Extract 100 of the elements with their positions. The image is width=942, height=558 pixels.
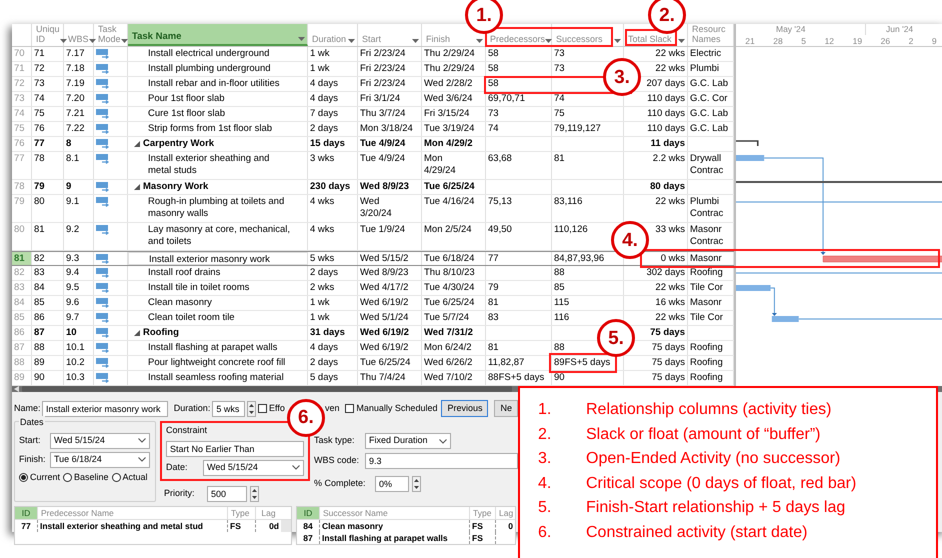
column-header[interactable]: Total Slack [628, 34, 672, 44]
previous-button[interactable]: Previous [441, 400, 488, 417]
successors-cell: 81 [554, 153, 565, 164]
row-number[interactable]: 80 [12, 223, 32, 250]
legend-text: Relationship columns (activity ties) [586, 400, 832, 420]
successors-cell: 89FS+5 days [554, 357, 610, 368]
constraint-type-dropdown[interactable]: Start No Earlier Than [166, 440, 304, 456]
wbs-cell: 7.22 [66, 123, 84, 134]
radio-option[interactable]: Current [19, 470, 60, 484]
percent-complete-field[interactable]: 0% [375, 476, 409, 492]
row-number[interactable]: 75 [12, 122, 32, 136]
column-header[interactable]: Type [469, 506, 495, 518]
row-number[interactable]: 79 [12, 195, 32, 222]
start-date: Tue 1/9/24 [360, 224, 406, 235]
column-header[interactable]: Lag [255, 506, 281, 518]
finish-date-dropdown[interactable]: Tue 6/18/24 [50, 452, 150, 468]
id-cell-text: 87 [302, 532, 314, 544]
start-date: Thu 3/7/24 [360, 108, 406, 119]
radio-option[interactable]: Baseline [63, 470, 109, 484]
timescale-day: 26 [880, 35, 890, 47]
collapse-triangle-icon[interactable] [134, 141, 140, 147]
row-number[interactable]: 72 [12, 77, 32, 91]
row-number[interactable]: 87 [12, 341, 32, 355]
column-header[interactable]: Task Mode [98, 24, 121, 44]
column-header[interactable]: Start [362, 34, 382, 44]
task-mode-icon [96, 225, 110, 235]
column-header[interactable]: ID [15, 506, 37, 518]
id-cell: 82 [34, 253, 45, 264]
column-header[interactable]: Finish [426, 34, 450, 44]
id-cell: 78 [34, 153, 45, 164]
callout-marker: 2. [648, 0, 686, 34]
task-mode-icon [96, 298, 110, 308]
task-mode-icon [96, 182, 110, 192]
start-date-dropdown[interactable]: Wed 5/15/24 [50, 432, 150, 448]
row-number[interactable]: 77 [12, 152, 32, 179]
timescale-month: May '24 [776, 24, 806, 34]
dropdown-arrow-icon [88, 39, 96, 44]
column-header[interactable]: Type [227, 506, 255, 518]
column-header[interactable]: ID [297, 506, 319, 518]
row-number[interactable]: 70 [12, 47, 32, 61]
column-header[interactable]: Resourc Names [692, 24, 726, 44]
row-number[interactable]: 88 [12, 356, 32, 370]
row-number[interactable]: 74 [12, 107, 32, 121]
priority-field[interactable]: 500 [207, 486, 247, 502]
start-date: Tue 6/25/24 [360, 357, 410, 368]
total-slack-cell: 2.2 wks [652, 153, 685, 164]
duration-cell: 2 days [310, 267, 338, 278]
row-number[interactable]: 76 [12, 137, 32, 151]
total-slack-cell: 22 wks [655, 48, 685, 59]
column-header[interactable]: WBS [68, 34, 89, 44]
column-header[interactable]: Uniqu ID [36, 24, 60, 44]
finish-date: Wed 2/28/2 [424, 78, 472, 89]
row-number[interactable]: 78 [12, 180, 32, 194]
radio-option[interactable]: Actual [112, 470, 148, 484]
predecessors-cell: 75,13 [488, 196, 512, 207]
wbs-code-field[interactable]: 9.3 [365, 453, 518, 469]
collapse-triangle-icon[interactable] [134, 184, 140, 190]
group-title: Constraint [166, 424, 208, 437]
start-date: Fri 3/1/24 [360, 93, 400, 104]
horizontal-scrollbar[interactable] [22, 386, 512, 392]
task-name: Install plumbing underground [148, 63, 271, 75]
id-cell: 75 [34, 108, 45, 119]
column-header[interactable]: Successor Name [319, 506, 469, 518]
column-header[interactable]: Lag [495, 506, 515, 518]
field-label: Task type: [314, 434, 356, 448]
column-header[interactable]: Duration [312, 34, 346, 44]
row-number[interactable]: 89 [12, 371, 32, 385]
row-number[interactable]: 81 [12, 252, 32, 265]
collapse-triangle-icon[interactable] [134, 330, 140, 336]
id-cell: 86 [34, 312, 45, 323]
predecessors-cell: 69,70,71 [488, 93, 525, 104]
row-number[interactable]: 71 [12, 62, 32, 76]
column-header[interactable]: Predecessors [490, 34, 546, 44]
checkbox[interactable] [258, 404, 268, 413]
total-slack-cell: 16 wks [655, 297, 685, 308]
row-number[interactable]: 85 [12, 311, 32, 325]
duration-cell: 2 days [310, 123, 338, 134]
legend-number: 2. [538, 424, 552, 444]
row-number[interactable]: 86 [12, 326, 32, 340]
column-header[interactable]: Task Name [132, 32, 182, 42]
task-type-dropdown[interactable]: Fixed Duration [365, 433, 451, 449]
id-cell: 73 [34, 78, 45, 89]
spinner-icon[interactable] [250, 486, 259, 502]
field-label: WBS code: [314, 454, 360, 468]
spinner-icon[interactable] [247, 400, 256, 416]
vertical-scrollbar[interactable] [281, 520, 291, 532]
constraint-date-dropdown[interactable]: Wed 5/15/24 [203, 460, 304, 476]
row-number[interactable]: 83 [12, 281, 32, 295]
row-number[interactable]: 73 [12, 92, 32, 106]
column-header[interactable]: Successors [556, 34, 603, 44]
row-number[interactable]: 82 [12, 266, 32, 280]
name-field[interactable]: Install exterior masonry work [42, 400, 168, 416]
duration-field[interactable]: 5 wks [212, 400, 246, 416]
row-number[interactable]: 84 [12, 296, 32, 310]
checkbox[interactable] [345, 404, 354, 413]
start-date: Thu 7/4/24 [360, 372, 406, 383]
column-header[interactable]: Predecessor Name [37, 506, 227, 518]
spinner-icon[interactable] [412, 476, 421, 492]
task-name: Install roof drains [148, 267, 220, 279]
next-button[interactable]: Ne [494, 400, 518, 417]
